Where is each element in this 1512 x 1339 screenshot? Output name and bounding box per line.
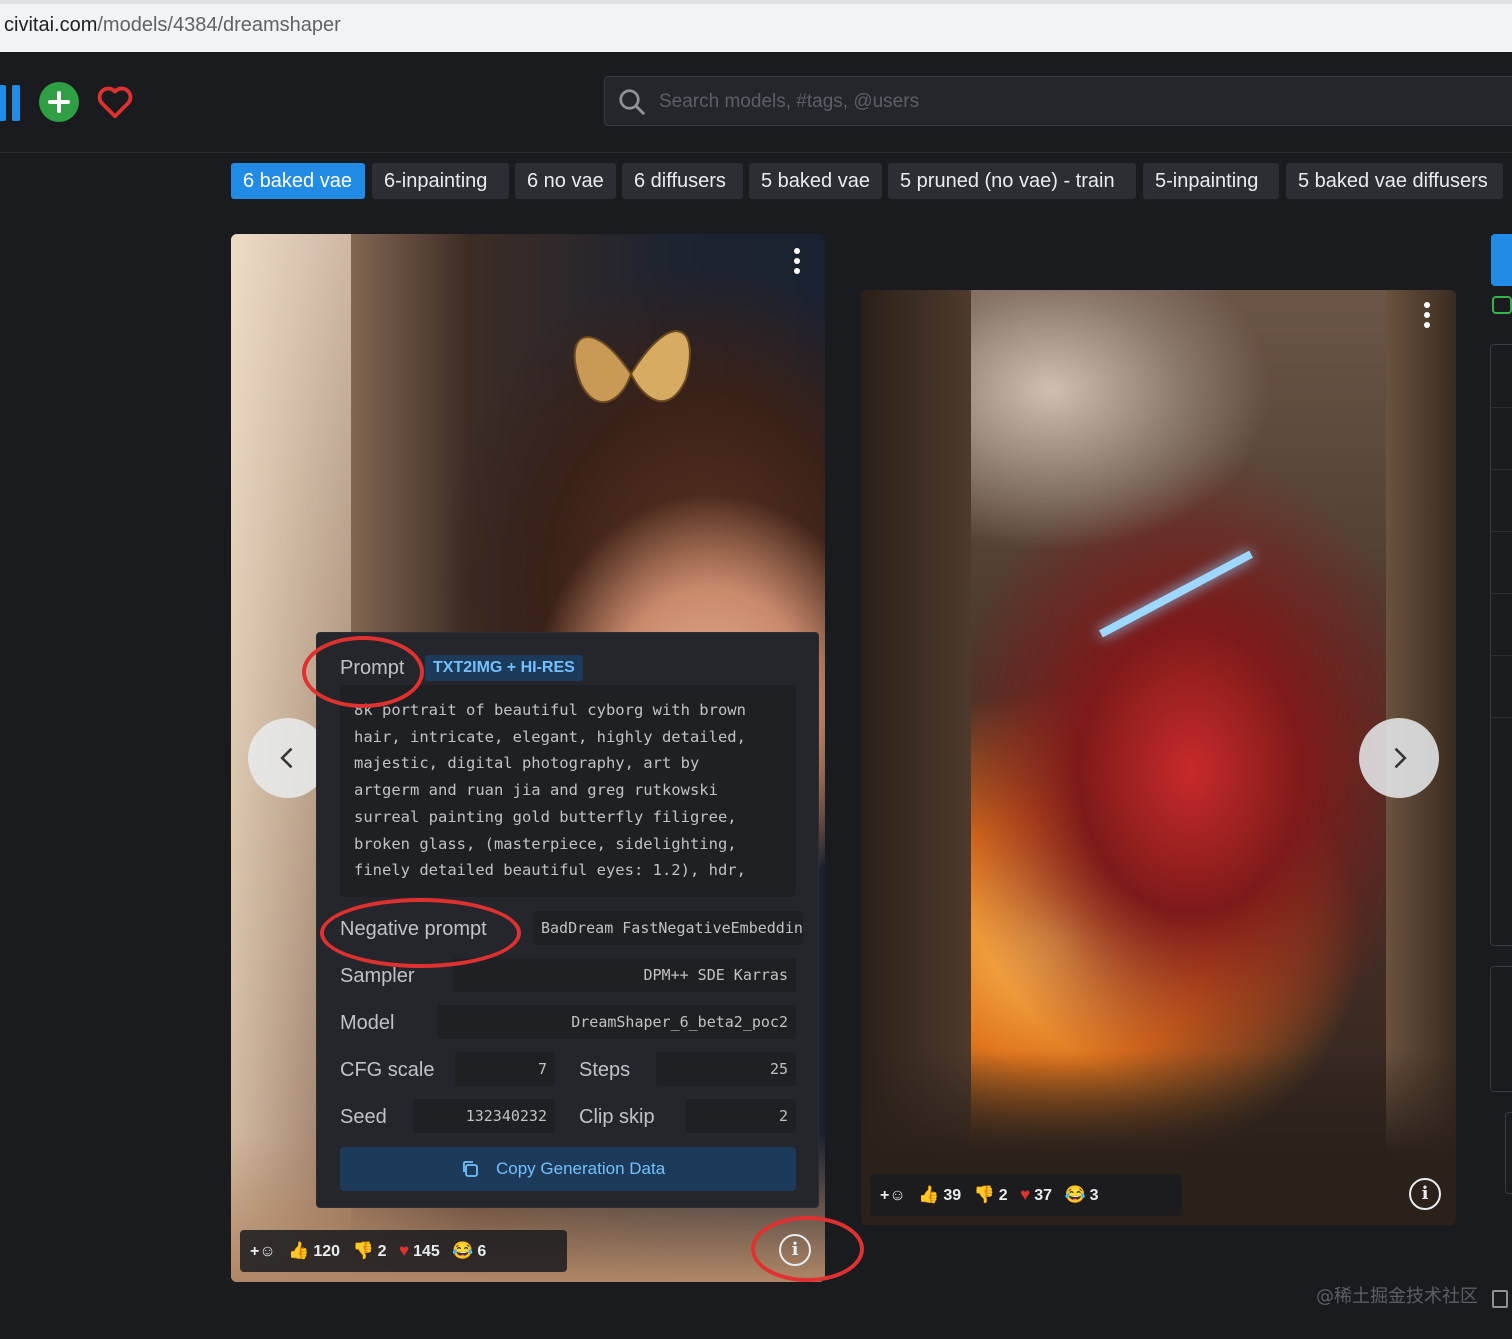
heart-icon[interactable] — [96, 84, 134, 124]
clip-skip-label: Clip skip — [579, 1106, 655, 1128]
browser-address-bar[interactable]: civitai.com/models/4384/dreamshaper — [0, 0, 1512, 52]
url-host: civitai.com — [4, 14, 98, 36]
laugh-count: 3 — [1089, 1187, 1099, 1204]
card2-menu-icon[interactable] — [1424, 302, 1432, 332]
chevron-left-icon — [280, 747, 293, 769]
right-side-panel-3 — [1505, 1112, 1512, 1194]
laugh-icon[interactable]: 😂 — [452, 1230, 473, 1272]
copy-generation-data-button[interactable]: Copy Generation Data — [340, 1147, 796, 1191]
laugh-icon[interactable]: 😂 — [1064, 1174, 1085, 1216]
model-value[interactable]: DreamShaper_6_beta2_poc2 — [437, 1005, 796, 1039]
tab-5-baked-vae-diffusers[interactable]: 5 baked vae diffusers — [1286, 163, 1503, 199]
tab-6-diffusers[interactable]: 6 diffusers — [622, 163, 743, 199]
clip-skip-value[interactable]: 2 — [686, 1099, 796, 1133]
annotation-circle-prompt — [302, 636, 424, 708]
tab-6-baked-vae[interactable]: 6 baked vae — [231, 163, 365, 199]
heart-count: 37 — [1034, 1187, 1052, 1204]
tab-6-no-vae[interactable]: 6 no vae — [515, 163, 616, 199]
url-path: /models/4384/dreamshaper — [97, 14, 341, 36]
tab-5-baked-vae[interactable]: 5 baked vae — [749, 163, 882, 199]
sampler-label: Sampler — [340, 965, 415, 987]
tab-6-inpainting[interactable]: 6-inpainting — [372, 163, 509, 199]
dislike-count: 2 — [998, 1187, 1008, 1204]
like-count: 120 — [313, 1243, 341, 1260]
thumbs-down-icon[interactable]: 👎 — [974, 1174, 995, 1216]
heart-reaction-icon[interactable]: ♥ — [1020, 1174, 1030, 1216]
steps-value[interactable]: 25 — [656, 1052, 796, 1086]
prompt-text[interactable]: 8k portrait of beautiful cyborg with bro… — [340, 685, 796, 897]
logo-bars-icon[interactable] — [0, 85, 24, 121]
like-count: 39 — [943, 1187, 962, 1204]
right-edge-primary-button[interactable] — [1491, 234, 1512, 286]
negative-prompt-value[interactable]: BadDream FastNegativeEmbedding — [533, 911, 803, 945]
card2-reactions-bar: +☺ 👍 39 👎 2 ♥ 37 😂 3 — [870, 1174, 1182, 1216]
url-text[interactable]: civitai.com/models/4384/dreamshaper — [4, 14, 341, 37]
add-reaction-icon[interactable]: +☺ — [250, 1231, 276, 1273]
copy-button-label: Copy Generation Data — [496, 1159, 666, 1178]
card-menu-icon[interactable] — [794, 248, 802, 278]
site-header — [0, 52, 1512, 153]
generation-type-badge: TXT2IMG + HI-RES — [425, 655, 583, 681]
heart-reaction-icon[interactable]: ♥ — [399, 1230, 409, 1272]
search-icon — [617, 87, 647, 121]
dislike-count: 2 — [377, 1243, 387, 1260]
chevron-right-icon — [1394, 747, 1407, 769]
tab-5-pruned[interactable]: 5 pruned (no vae) - train — [888, 163, 1136, 199]
card1-reactions-bar: +☺ 👍 120 👎 2 ♥ 145 😂 6 — [240, 1230, 567, 1272]
copy-icon — [460, 1159, 480, 1184]
thumbs-up-icon[interactable]: 👍 — [918, 1174, 939, 1216]
annotation-circle-negative-prompt — [320, 898, 521, 968]
sampler-value[interactable]: DPM++ SDE Karras — [453, 958, 796, 992]
watermark: @稀土掘金技术社区 — [1316, 1286, 1478, 1307]
card2-info-icon[interactable]: i — [1409, 1178, 1441, 1210]
search-input[interactable] — [657, 85, 1261, 119]
seed-label: Seed — [340, 1106, 387, 1128]
add-reaction-icon[interactable]: +☺ — [880, 1175, 906, 1217]
laugh-count: 6 — [477, 1243, 487, 1260]
butterfly-graphic — [551, 304, 711, 438]
next-button[interactable] — [1359, 718, 1439, 798]
heart-count: 145 — [413, 1243, 440, 1260]
feedback-icon[interactable] — [1492, 1290, 1508, 1308]
cfg-scale-label: CFG scale — [340, 1059, 435, 1081]
create-button[interactable] — [39, 82, 79, 122]
steps-label: Steps — [579, 1059, 631, 1081]
thumbs-down-icon[interactable]: 👎 — [352, 1230, 373, 1272]
shield-icon[interactable] — [1492, 296, 1512, 314]
info-icon[interactable]: i — [779, 1234, 811, 1266]
search-bar[interactable] — [604, 76, 1512, 126]
right-side-panel — [1490, 344, 1512, 946]
model-label: Model — [340, 1012, 395, 1034]
seed-value[interactable]: 132340232 — [413, 1099, 555, 1133]
thumbs-up-icon[interactable]: 👍 — [288, 1230, 309, 1272]
tab-5-inpainting[interactable]: 5-inpainting — [1143, 163, 1279, 199]
cfg-scale-value[interactable]: 7 — [455, 1052, 555, 1086]
right-side-panel-2 — [1490, 966, 1512, 1092]
